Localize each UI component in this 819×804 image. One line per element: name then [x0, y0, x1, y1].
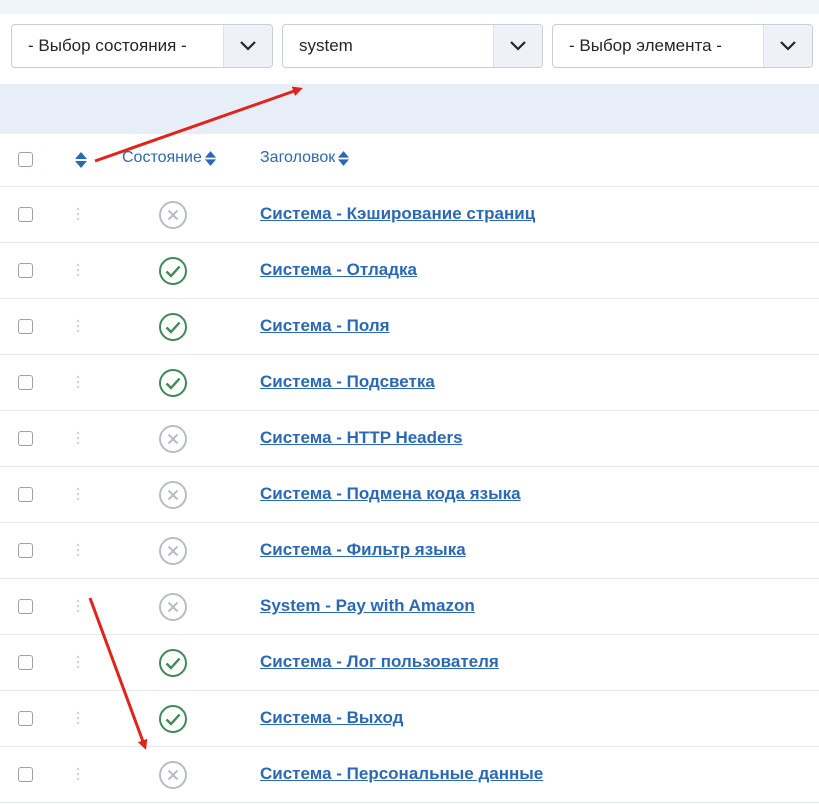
toolbar-band: [0, 84, 819, 134]
plugin-title-link[interactable]: Система - Поля: [260, 316, 390, 336]
x-circle-icon[interactable]: [158, 536, 188, 566]
state-header-label: Состояние: [122, 149, 202, 166]
plugin-title-link[interactable]: Система - Подмена кода языка: [260, 484, 521, 504]
row-checkbox[interactable]: [18, 543, 33, 558]
plugin-title-link[interactable]: Система - Кэширование страниц: [260, 204, 535, 224]
element-filter-select[interactable]: - Выбор элемента -: [552, 24, 813, 68]
search-filter-select[interactable]: system: [282, 24, 543, 68]
x-circle-icon[interactable]: [158, 200, 188, 230]
table-row: Система - HTTP Headers: [0, 411, 819, 467]
drag-handle-icon[interactable]: [76, 487, 80, 506]
plugins-table: Состояние Заголовок Система - Кэшировани…: [0, 134, 819, 803]
element-filter-value: - Выбор элемента -: [569, 36, 722, 55]
table-row: Система - Кэширование страниц: [0, 187, 819, 243]
drag-handle-icon[interactable]: [76, 207, 80, 226]
drag-handle-icon[interactable]: [76, 655, 80, 674]
state-filter-value: - Выбор состояния -: [28, 36, 187, 55]
row-checkbox[interactable]: [18, 767, 33, 782]
drag-handle-icon[interactable]: [76, 319, 80, 338]
state-column-header[interactable]: Состояние: [122, 149, 217, 167]
row-checkbox[interactable]: [18, 599, 33, 614]
table-row: System - Pay with Amazon: [0, 579, 819, 635]
drag-handle-icon[interactable]: [76, 263, 80, 282]
row-checkbox[interactable]: [18, 711, 33, 726]
check-circle-icon[interactable]: [158, 312, 188, 342]
filter-bar: - Выбор состояния - system - Выбор элеме…: [0, 14, 819, 84]
drag-handle-icon[interactable]: [76, 431, 80, 450]
search-filter-value: system: [299, 36, 353, 55]
title-header-label: Заголовок: [260, 149, 336, 166]
chevron-down-icon[interactable]: [223, 25, 272, 67]
plugin-title-link[interactable]: System - Pay with Amazon: [260, 596, 475, 616]
plugin-title-link[interactable]: Система - Лог пользователя: [260, 652, 499, 672]
plugin-title-link[interactable]: Система - Отладка: [260, 260, 417, 280]
table-row: Система - Отладка: [0, 243, 819, 299]
sort-icon[interactable]: [74, 151, 88, 174]
table-row: Система - Фильтр языка: [0, 523, 819, 579]
title-column-header[interactable]: Заголовок: [260, 149, 350, 167]
row-checkbox[interactable]: [18, 207, 33, 222]
check-circle-icon[interactable]: [158, 704, 188, 734]
select-all-checkbox[interactable]: [18, 152, 33, 167]
drag-handle-icon[interactable]: [76, 767, 80, 786]
row-checkbox[interactable]: [18, 263, 33, 278]
state-filter-select[interactable]: - Выбор состояния -: [11, 24, 273, 68]
sort-icon: [338, 150, 350, 166]
check-circle-icon[interactable]: [158, 648, 188, 678]
x-circle-icon[interactable]: [158, 760, 188, 790]
chevron-down-icon[interactable]: [763, 25, 812, 67]
row-checkbox[interactable]: [18, 431, 33, 446]
plugin-title-link[interactable]: Система - Фильтр языка: [260, 540, 466, 560]
table-row: Система - Поля: [0, 299, 819, 355]
check-circle-icon[interactable]: [158, 256, 188, 286]
table-row: Система - Персональные данные: [0, 747, 819, 803]
plugin-title-link[interactable]: Система - HTTP Headers: [260, 428, 463, 448]
x-circle-icon[interactable]: [158, 592, 188, 622]
plugin-title-link[interactable]: Система - Выход: [260, 708, 403, 728]
drag-handle-icon[interactable]: [76, 375, 80, 394]
row-checkbox[interactable]: [18, 319, 33, 334]
drag-handle-icon[interactable]: [76, 599, 80, 618]
row-checkbox[interactable]: [18, 655, 33, 670]
x-circle-icon[interactable]: [158, 424, 188, 454]
row-checkbox[interactable]: [18, 487, 33, 502]
table-row: Система - Подмена кода языка: [0, 467, 819, 523]
sort-icon: [204, 150, 216, 166]
table-row: Система - Лог пользователя: [0, 635, 819, 691]
check-circle-icon[interactable]: [158, 368, 188, 398]
row-checkbox[interactable]: [18, 375, 33, 390]
drag-handle-icon[interactable]: [76, 543, 80, 562]
plugin-title-link[interactable]: Система - Подсветка: [260, 372, 435, 392]
plugin-title-link[interactable]: Система - Персональные данные: [260, 764, 543, 784]
chevron-down-icon[interactable]: [493, 25, 542, 67]
drag-handle-icon[interactable]: [76, 711, 80, 730]
x-circle-icon[interactable]: [158, 480, 188, 510]
table-header-row: Состояние Заголовок: [0, 134, 819, 187]
table-row: Система - Подсветка: [0, 355, 819, 411]
top-strip: [0, 0, 819, 14]
table-row: Система - Выход: [0, 691, 819, 747]
